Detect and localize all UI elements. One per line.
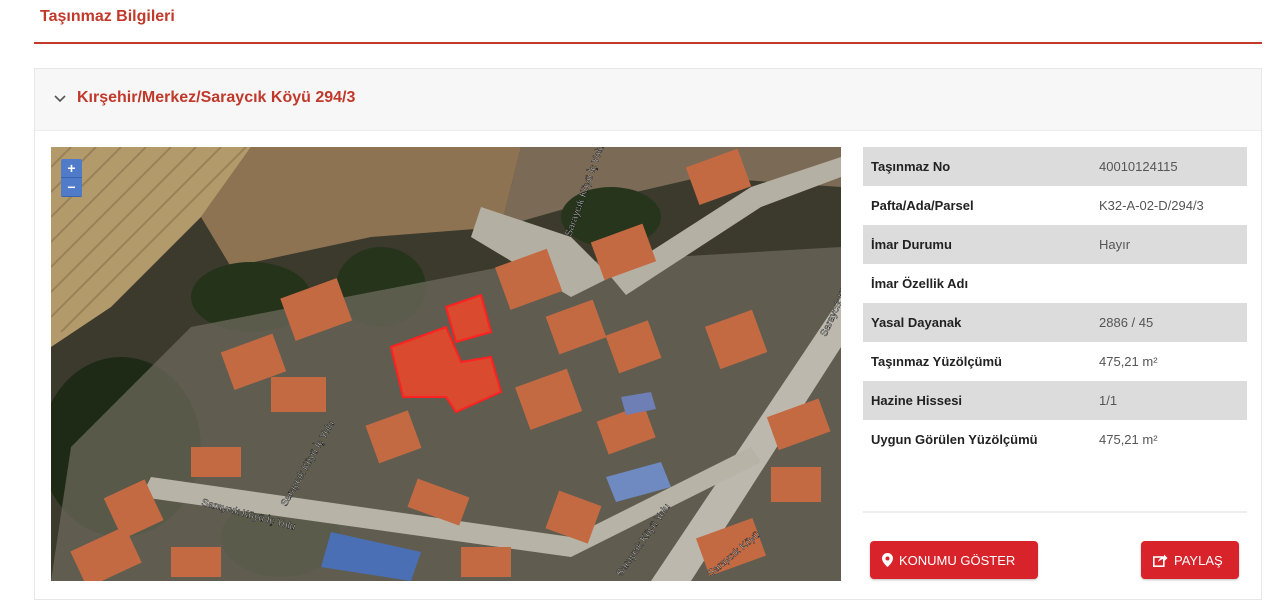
page-header: Taşınmaz Bilgileri <box>34 0 1262 44</box>
show-location-button[interactable]: KONUMU GÖSTER <box>870 541 1038 579</box>
row-label: Pafta/Ada/Parsel <box>871 198 974 213</box>
table-row: Hazine Hissesi 1/1 <box>863 381 1247 420</box>
share-button[interactable]: PAYLAŞ <box>1141 541 1239 579</box>
show-location-label: KONUMU GÖSTER <box>899 552 1016 568</box>
table-row: İmar Durumu Hayır <box>863 225 1247 264</box>
row-value: 475,21 m² <box>1099 432 1158 447</box>
row-label: Taşınmaz Yüzölçümü <box>871 354 1002 369</box>
table-row: Taşınmaz Yüzölçümü 475,21 m² <box>863 342 1247 381</box>
share-icon <box>1153 554 1168 567</box>
row-label: Yasal Dayanak <box>871 315 962 330</box>
zoom-in-button[interactable]: + <box>61 159 82 178</box>
satellite-map[interactable]: Saraycık Köyü İç Yolu Saraycık Köyü İç Y… <box>51 147 841 581</box>
row-value: K32-A-02-D/294/3 <box>1099 198 1204 213</box>
map-zoom-control: + − <box>61 159 82 197</box>
map-marker-icon <box>882 553 893 567</box>
table-row: İmar Özellik Adı <box>863 264 1247 303</box>
row-label: İmar Durumu <box>871 237 952 252</box>
row-value: Hayır <box>1099 237 1131 252</box>
row-value: 2886 / 45 <box>1099 315 1154 330</box>
chevron-down-icon[interactable] <box>53 91 67 105</box>
property-info-table: Taşınmaz No 40010124115 Pafta/Ada/Parsel K… <box>863 147 1247 579</box>
row-value: 40010124115 <box>1099 159 1178 174</box>
row-value: 475,21 m² <box>1099 354 1158 369</box>
table-row: Yasal Dayanak 2886 / 45 <box>863 303 1247 342</box>
row-label: İmar Özellik Adı <box>871 276 969 291</box>
map-imagery: Saraycık Köyü İç Yolu Saraycık Köyü İç Y… <box>51 147 841 581</box>
card-header[interactable]: Kırşehir/Merkez/Saraycık Köyü 294/3 <box>35 69 1261 131</box>
row-value: 1/1 <box>1099 393 1118 408</box>
table-row: Pafta/Ada/Parsel K32-A-02-D/294/3 <box>863 186 1247 225</box>
zoom-out-button[interactable]: − <box>61 178 82 197</box>
divider <box>863 511 1247 513</box>
share-label: PAYLAŞ <box>1174 552 1223 568</box>
page-title: Taşınmaz Bilgileri <box>40 8 175 25</box>
row-label: Hazine Hissesi <box>871 393 963 408</box>
table-row: Uygun Görülen Yüzölçümü 475,21 m² <box>863 420 1247 459</box>
property-card: Kırşehir/Merkez/Saraycık Köyü 294/3 Sara… <box>34 68 1262 600</box>
table-row: Taşınmaz No 40010124115 <box>863 147 1247 186</box>
row-label: Taşınmaz No <box>871 159 951 174</box>
card-title[interactable]: Kırşehir/Merkez/Saraycık Köyü 294/3 <box>77 89 355 107</box>
row-label: Uygun Görülen Yüzölçümü <box>871 432 1038 447</box>
